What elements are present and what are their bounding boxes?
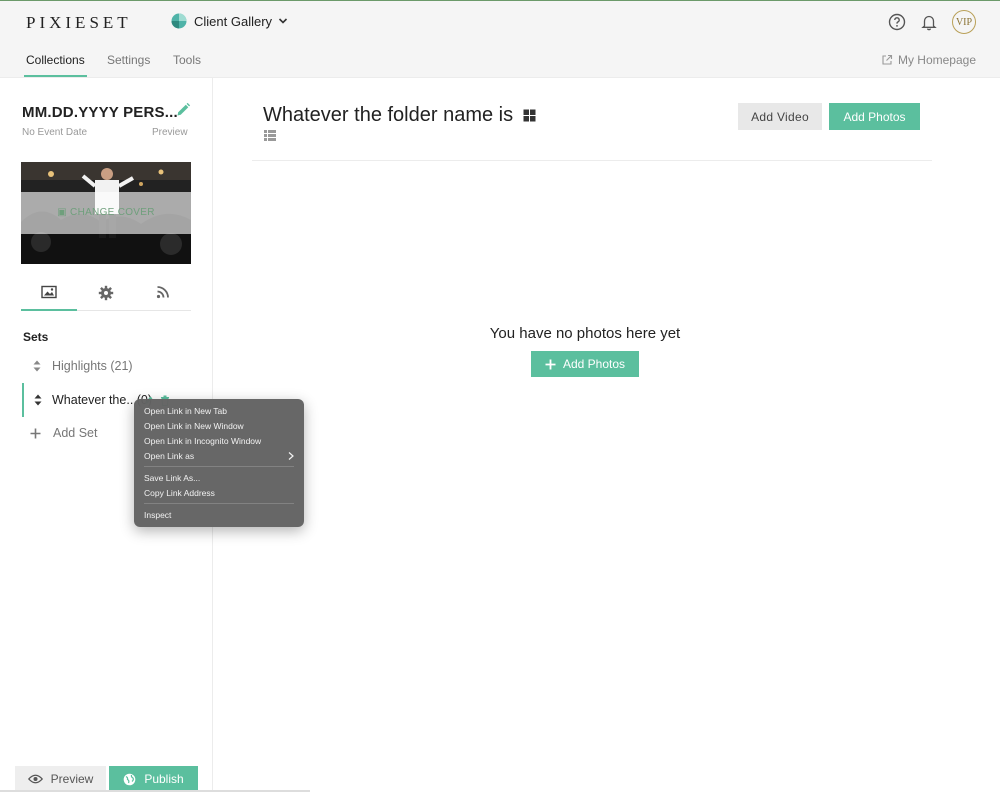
header-divider — [252, 160, 932, 161]
sets-heading: Sets — [23, 330, 49, 344]
add-photos-button[interactable]: Add Photos — [829, 103, 920, 130]
preview-link[interactable]: Preview — [152, 127, 188, 138]
vip-avatar[interactable]: VIP — [952, 10, 976, 34]
event-date: No Event Date — [22, 127, 88, 138]
bell-icon[interactable] — [918, 11, 940, 33]
menu-separator — [144, 503, 294, 504]
tab-activity[interactable] — [135, 285, 191, 311]
tab-tools[interactable]: Tools — [173, 53, 201, 67]
set-item-highlights[interactable]: Highlights (21) — [22, 349, 212, 383]
tab-photos[interactable] — [21, 285, 77, 311]
folder-title: Whatever the folder name is — [263, 104, 536, 127]
tab-settings[interactable]: Settings — [107, 53, 150, 67]
empty-state-message: You have no photos here yet — [489, 325, 681, 342]
collection-title: MM.DD.YYYY PERS... — [22, 104, 178, 121]
gallery-switcher-label: Client Gallery — [194, 13, 273, 29]
set-label: Highlights (21) — [52, 359, 133, 373]
rss-icon — [156, 286, 169, 299]
tab-collections[interactable]: Collections — [24, 53, 87, 77]
globe-icon — [124, 773, 136, 785]
add-set-button[interactable]: Add Set — [30, 426, 97, 440]
list-view-icon[interactable] — [264, 130, 276, 141]
menu-item-inspect[interactable]: Inspect — [134, 507, 304, 522]
grid-view-icon[interactable] — [523, 109, 536, 122]
tab-collection-settings[interactable] — [78, 285, 134, 311]
sidebar-tabs — [21, 281, 191, 311]
main-nav: Collections Settings Tools My Homepage — [0, 44, 1000, 78]
chevron-right-icon — [288, 451, 294, 460]
menu-item-open-link-as[interactable]: Open Link as — [134, 448, 304, 463]
gear-icon — [98, 285, 114, 301]
cover-photo[interactable]: ▣ CHANGE COVER — [21, 162, 191, 264]
menu-item-copy-link[interactable]: Copy Link Address — [134, 485, 304, 500]
sidebar-footer: Preview Publish — [15, 766, 198, 792]
help-icon[interactable] — [886, 11, 908, 33]
pencil-icon[interactable] — [175, 102, 191, 118]
menu-item-open-new-tab[interactable]: Open Link in New Tab — [134, 403, 304, 418]
menu-separator — [144, 466, 294, 467]
plus-icon — [30, 428, 41, 438]
empty-add-photos-button[interactable]: Add Photos — [531, 351, 639, 377]
external-link-icon — [882, 54, 893, 65]
eye-icon — [27, 774, 43, 784]
client-gallery-icon — [171, 13, 187, 29]
drag-handle-icon[interactable] — [22, 360, 52, 372]
publish-button[interactable]: Publish — [109, 766, 198, 792]
folder-title-text: Whatever the folder name is — [263, 104, 514, 126]
change-cover-label: ▣ CHANGE COVER — [57, 207, 155, 218]
plus-icon — [545, 359, 556, 369]
add-set-label: Add Set — [53, 426, 98, 440]
my-homepage-label: My Homepage — [897, 53, 976, 67]
image-icon — [41, 285, 57, 299]
image-icon: ▣ — [57, 207, 71, 218]
pixieset-logo[interactable]: PIXIESET — [26, 13, 132, 33]
chevron-down-icon — [278, 18, 288, 24]
drag-handle-icon[interactable] — [24, 394, 52, 406]
menu-item-save-link-as[interactable]: Save Link As... — [134, 470, 304, 485]
menu-item-open-incognito[interactable]: Open Link in Incognito Window — [134, 433, 304, 448]
add-video-button[interactable]: Add Video — [738, 103, 822, 130]
top-bar: PIXIESET Client Gallery VIP — [0, 0, 1000, 44]
header-actions: VIP — [876, 10, 976, 34]
menu-item-open-new-window[interactable]: Open Link in New Window — [134, 418, 304, 433]
context-menu: Open Link in New Tab Open Link in New Wi… — [134, 399, 304, 527]
gallery-switcher[interactable]: Client Gallery — [171, 13, 288, 29]
preview-button[interactable]: Preview — [15, 766, 106, 792]
my-homepage-link[interactable]: My Homepage — [881, 53, 976, 67]
